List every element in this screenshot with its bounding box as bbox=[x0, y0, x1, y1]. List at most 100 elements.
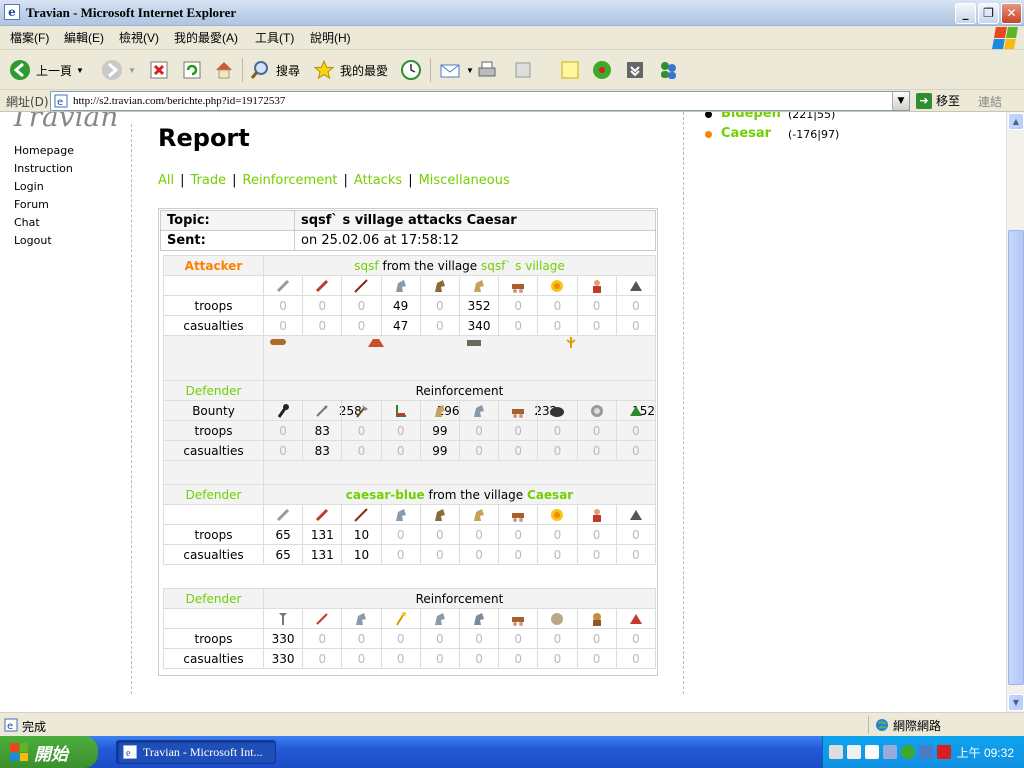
flower-icon[interactable] bbox=[901, 745, 915, 759]
links-label[interactable]: 連結 bbox=[978, 93, 1002, 110]
troop-count: 0 bbox=[537, 628, 578, 649]
defender-village-link[interactable]: Caesar bbox=[527, 488, 573, 502]
minimize-button[interactable]: _ bbox=[955, 3, 976, 24]
research-button[interactable] bbox=[623, 56, 647, 84]
mail-button[interactable]: ▼ bbox=[438, 56, 474, 84]
printer-icon bbox=[475, 58, 499, 82]
menu-edit[interactable]: 編輯(E) bbox=[64, 29, 104, 47]
refresh-button[interactable] bbox=[180, 56, 204, 84]
forward-dropdown-icon[interactable]: ▼ bbox=[128, 66, 136, 75]
mail-dropdown-icon[interactable]: ▼ bbox=[466, 66, 474, 75]
antivirus-icon[interactable] bbox=[937, 745, 951, 759]
taskbar-clock[interactable]: 上午 09:32 bbox=[957, 744, 1014, 761]
forward-button[interactable]: ▼ bbox=[100, 56, 136, 84]
casualty-count: 0 bbox=[341, 440, 382, 461]
casualty-count: 330 bbox=[262, 648, 304, 669]
scroll-up-button[interactable]: ▲ bbox=[1008, 113, 1024, 130]
search-button[interactable]: 搜尋 bbox=[248, 56, 300, 84]
catapult-icon bbox=[551, 508, 564, 521]
menu-favorites[interactable]: 我的最愛(A) bbox=[174, 29, 238, 47]
troop-count: 0 bbox=[576, 295, 617, 316]
scroll-down-button[interactable]: ▼ bbox=[1008, 694, 1024, 711]
praetorian-icon bbox=[316, 508, 329, 521]
casualty-count: 0 bbox=[537, 544, 578, 565]
maximize-button[interactable]: ❐ bbox=[978, 3, 999, 24]
theutates-thunder-icon bbox=[395, 611, 406, 626]
vertical-scrollbar[interactable]: ▲ ▼ bbox=[1006, 112, 1024, 712]
troop-count: 0 bbox=[419, 524, 460, 545]
messenger-button[interactable] bbox=[656, 56, 680, 84]
windows-logo-icon bbox=[992, 27, 1018, 49]
equites-legati-icon bbox=[395, 508, 406, 521]
menu-help[interactable]: 說明(H) bbox=[310, 29, 351, 47]
status-bar: e 完成 網際網路 bbox=[0, 712, 1024, 736]
troop-count: 0 bbox=[537, 295, 578, 316]
left-navigation: Homepage Instruction Login Forum Chat Lo… bbox=[14, 142, 74, 250]
url-input[interactable]: e http://s2.travian.com/berichte.php?id=… bbox=[50, 91, 910, 111]
village-name[interactable]: Bidepen bbox=[721, 112, 781, 121]
messenger-icon bbox=[656, 58, 680, 82]
troop-count: 0 bbox=[576, 420, 617, 441]
teutonic-knight-icon bbox=[474, 404, 485, 417]
village-name[interactable]: Caesar bbox=[721, 126, 771, 141]
troop-count: 330 bbox=[262, 628, 304, 649]
close-button[interactable]: ✕ bbox=[1001, 3, 1022, 24]
back-dropdown-icon[interactable]: ▼ bbox=[76, 66, 84, 75]
start-button[interactable]: 開始 bbox=[0, 736, 98, 768]
troop-count: 0 bbox=[615, 295, 657, 316]
window-title-bar[interactable]: e Travian - Microsoft Internet Explorer … bbox=[0, 0, 1024, 26]
sent-label: Sent: bbox=[160, 230, 295, 251]
swordsman-icon bbox=[316, 612, 328, 625]
keyboard-icon[interactable] bbox=[829, 745, 843, 759]
nav-forum[interactable]: Forum bbox=[14, 196, 74, 214]
address-dropdown-button[interactable]: ▼ bbox=[892, 92, 909, 110]
phalanx-icon bbox=[279, 612, 288, 625]
troop-count: 0 bbox=[615, 420, 657, 441]
defender-player-link[interactable]: caesar-blue bbox=[346, 488, 425, 502]
home-button[interactable] bbox=[212, 56, 236, 84]
nav-homepage[interactable]: Homepage bbox=[14, 142, 74, 160]
page-title: Report bbox=[158, 124, 250, 152]
nav-chat[interactable]: Chat bbox=[14, 214, 74, 232]
menu-file[interactable]: 檔案(F) bbox=[10, 29, 49, 47]
tab-miscellaneous[interactable]: Miscellaneous bbox=[419, 173, 510, 188]
from-village-text: from the village bbox=[428, 487, 524, 502]
casualty-count: 0 bbox=[498, 315, 539, 336]
tab-attacks[interactable]: Attacks bbox=[354, 173, 402, 188]
notes-button[interactable] bbox=[558, 56, 582, 84]
icq-button[interactable] bbox=[590, 56, 614, 84]
pen-icon[interactable] bbox=[847, 745, 861, 759]
nav-login[interactable]: Login bbox=[14, 178, 74, 196]
history-button[interactable] bbox=[399, 56, 423, 84]
chieftain-icon bbox=[592, 612, 601, 626]
scroll-thumb[interactable] bbox=[1008, 230, 1024, 685]
menu-tools[interactable]: 工具(T) bbox=[255, 29, 294, 47]
attacker-village-link[interactable]: sqsf` s village bbox=[481, 259, 565, 273]
troop-count: 0 bbox=[458, 420, 500, 441]
report-filter-tabs: All | Trade | Reinforcement | Attacks | Misc… bbox=[158, 173, 510, 188]
menu-view[interactable]: 檢視(V) bbox=[119, 29, 159, 47]
taskbar-item-travian[interactable]: e Travian - Microsoft Int... bbox=[116, 740, 276, 764]
attacker-player-link[interactable]: sqsf bbox=[354, 259, 378, 273]
print-button[interactable] bbox=[475, 56, 499, 84]
troop-count: 0 bbox=[380, 420, 421, 441]
nav-logout[interactable]: Logout bbox=[14, 232, 74, 250]
back-button[interactable]: 上一頁 ▼ bbox=[8, 56, 84, 84]
arrow-icon[interactable] bbox=[883, 745, 897, 759]
favorites-button[interactable]: 我的最愛 bbox=[312, 56, 388, 84]
tab-reinforcement[interactable]: Reinforcement bbox=[243, 173, 338, 188]
scout-icon bbox=[395, 404, 406, 417]
language-icon[interactable] bbox=[865, 745, 879, 759]
people-icon[interactable] bbox=[919, 745, 933, 759]
nav-instruction[interactable]: Instruction bbox=[14, 160, 74, 178]
report-info-table: Topic: sqsf` s village attacks Caesar Se… bbox=[160, 210, 656, 251]
go-button[interactable]: ➜ 移至 bbox=[916, 92, 960, 109]
troop-count: 0 bbox=[458, 628, 500, 649]
casualty-count: 0 bbox=[615, 648, 657, 669]
tab-all[interactable]: All bbox=[158, 173, 174, 188]
casualty-count: 0 bbox=[615, 440, 657, 461]
stop-button[interactable] bbox=[147, 56, 171, 84]
edit-button[interactable] bbox=[511, 56, 535, 84]
troop-count: 99 bbox=[419, 420, 460, 441]
tab-trade[interactable]: Trade bbox=[191, 173, 227, 188]
